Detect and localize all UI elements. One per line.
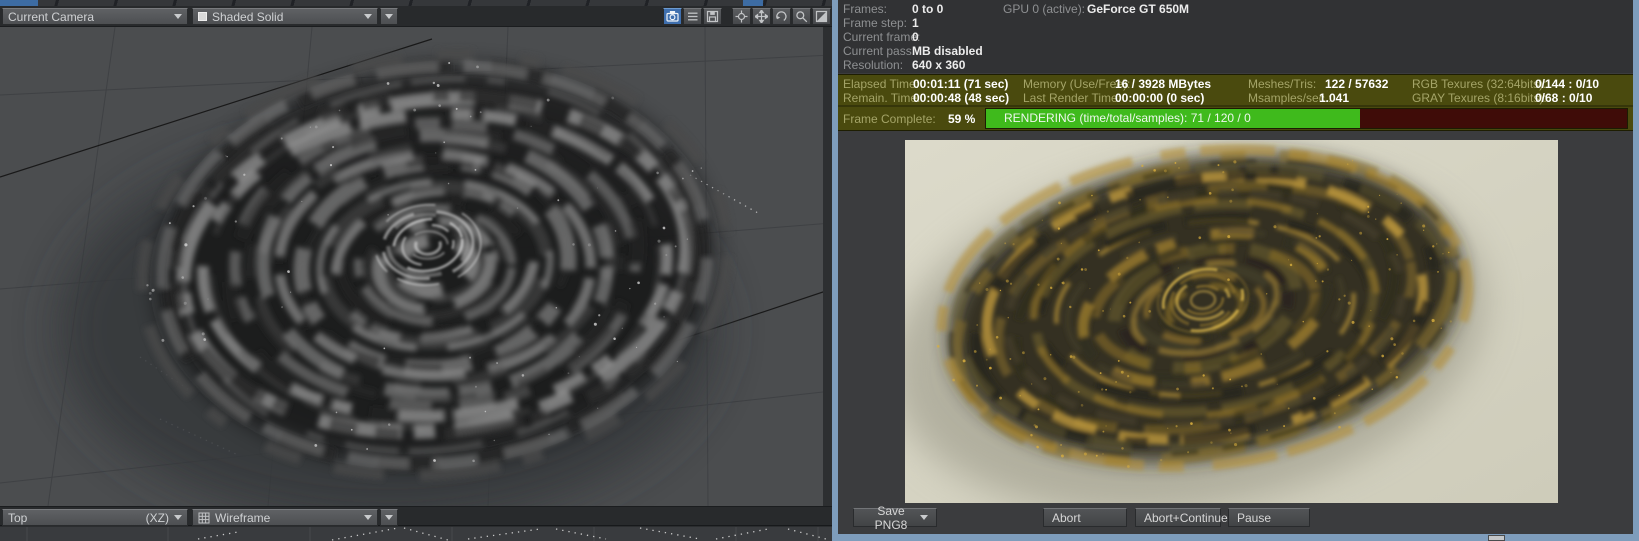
viewport-footer: Top (XZ) Wireframe bbox=[0, 506, 832, 526]
frame-complete-value: 59 % bbox=[948, 112, 976, 126]
memory-value: 16 / 3928 MBytes bbox=[1115, 77, 1212, 91]
wireframe-grid-icon bbox=[198, 512, 210, 524]
footer-options-dropdown[interactable] bbox=[380, 509, 398, 526]
chevron-down-icon bbox=[385, 515, 393, 520]
rotate-icon[interactable] bbox=[772, 8, 791, 25]
camera-select[interactable]: Current Camera bbox=[2, 8, 188, 25]
frames-label: Frames: bbox=[843, 2, 888, 16]
shading-select[interactable]: Shaded Solid bbox=[192, 8, 378, 25]
chevron-down-icon bbox=[174, 515, 182, 520]
chevron-down-icon bbox=[385, 14, 393, 19]
viewport-render-preview bbox=[0, 27, 832, 506]
window-resize-handle[interactable] bbox=[1488, 535, 1505, 541]
viewport-header: Current Camera Shaded Solid bbox=[0, 6, 832, 27]
save-icon[interactable] bbox=[703, 8, 722, 25]
chevron-down-icon bbox=[364, 14, 372, 19]
zoom-icon[interactable] bbox=[792, 8, 811, 25]
secondary-viewport-sliver bbox=[0, 527, 832, 541]
resolution-value: 640 x 360 bbox=[912, 58, 966, 72]
axis-label: (XZ) bbox=[145, 510, 169, 525]
remaining-time-label: Remain. Time: bbox=[843, 91, 921, 105]
progress-fill: RENDERING (time/total/samples): 71 / 120… bbox=[986, 109, 1360, 128]
view-select[interactable]: Top (XZ) bbox=[2, 509, 188, 526]
view-select-label: Top bbox=[8, 510, 28, 525]
render-preview-image bbox=[905, 140, 1558, 503]
last-render-time-label: Last Render Time: bbox=[1023, 91, 1122, 105]
render-progress-bar: RENDERING (time/total/samples): 71 / 120… bbox=[985, 108, 1628, 129]
rendered-frame bbox=[905, 140, 1558, 503]
save-image-button[interactable]: Save PNG8 bbox=[853, 504, 937, 532]
frame-complete-label: Frame Complete: bbox=[843, 112, 936, 126]
render-info-section: Frames: 0 to 0 Frame step: 1 Current fra… bbox=[838, 0, 1633, 73]
center-target-icon[interactable] bbox=[732, 8, 751, 25]
camera-select-label: Current Camera bbox=[8, 9, 95, 24]
gray-textures-value: 0/68 : 0/10 bbox=[1535, 91, 1593, 105]
current-frame-label: Current frame: bbox=[843, 30, 921, 44]
meshes-tris-label: Meshes/Tris: bbox=[1248, 77, 1317, 91]
elapsed-time-label: Elapsed Time: bbox=[843, 77, 920, 91]
frame-step-value: 1 bbox=[912, 16, 919, 30]
current-frame-value: 0 bbox=[912, 30, 919, 44]
meshes-tris-value: 122 / 57632 bbox=[1325, 77, 1389, 91]
viewport-toolbar bbox=[663, 8, 831, 25]
viewport-options-dropdown[interactable] bbox=[380, 8, 398, 25]
abort-button[interactable]: Abort bbox=[1043, 508, 1127, 527]
shaded-solid-icon bbox=[198, 12, 207, 21]
remaining-time-value: 00:00:48 (48 sec) bbox=[913, 91, 1010, 105]
save-image-label: Save PNG8 bbox=[874, 503, 908, 532]
pan-icon[interactable] bbox=[752, 8, 771, 25]
particle-trails bbox=[26, 527, 827, 541]
frames-value: 0 to 0 bbox=[912, 2, 944, 16]
viewport-3d-canvas[interactable] bbox=[0, 27, 832, 506]
gpu-value: GeForce GT 650M bbox=[1087, 2, 1190, 16]
toolbar-separator bbox=[723, 8, 731, 25]
viewport-right-edge bbox=[823, 27, 832, 506]
chevron-down-icon bbox=[174, 14, 182, 19]
pause-button[interactable]: Pause bbox=[1228, 508, 1310, 527]
maximize-viewport-icon[interactable] bbox=[812, 8, 831, 25]
resolution-label: Resolution: bbox=[843, 58, 904, 72]
gray-textures-label: GRAY Texures (8:16bits): bbox=[1412, 91, 1547, 105]
item-list-icon[interactable] bbox=[683, 8, 702, 25]
abort-continue-button[interactable]: Abort+Continue bbox=[1135, 508, 1228, 527]
render-stats-bar: Elapsed Time: 00:01:11 (71 sec) Remain. … bbox=[838, 74, 1633, 131]
camera-icon[interactable] bbox=[663, 8, 682, 25]
current-pass-label: Current pass: bbox=[843, 44, 916, 58]
stats-divider bbox=[838, 105, 1633, 107]
rgb-textures-value: 0/144 : 0/10 bbox=[1535, 77, 1600, 91]
frame-step-label: Frame step: bbox=[843, 16, 908, 30]
chevron-down-icon bbox=[920, 515, 928, 520]
elapsed-time-value: 00:01:11 (71 sec) bbox=[913, 77, 1009, 91]
gpu-label: GPU 0 (active): bbox=[1003, 2, 1086, 16]
footer-shading-label: Wireframe bbox=[215, 510, 271, 525]
rgb-textures-label: RGB Texures (32:64bits): bbox=[1412, 77, 1547, 91]
footer-shading-select[interactable]: Wireframe bbox=[192, 509, 378, 526]
msamples-value: 1.041 bbox=[1319, 91, 1350, 105]
chevron-down-icon bbox=[364, 515, 372, 520]
current-pass-value: MB disabled bbox=[912, 44, 983, 58]
app-root: Current Camera Shaded Solid Top (XZ) Wir… bbox=[0, 0, 1639, 541]
render-status-window: Frames: 0 to 0 Frame step: 1 Current fra… bbox=[832, 0, 1639, 541]
shading-select-label: Shaded Solid bbox=[212, 9, 284, 24]
progress-text: RENDERING (time/total/samples): 71 / 120… bbox=[1004, 111, 1251, 125]
left-viewport-panel: Current Camera Shaded Solid Top (XZ) Wir… bbox=[0, 0, 832, 541]
last-render-time-value: 00:00:00 (0 sec) bbox=[1115, 91, 1205, 105]
